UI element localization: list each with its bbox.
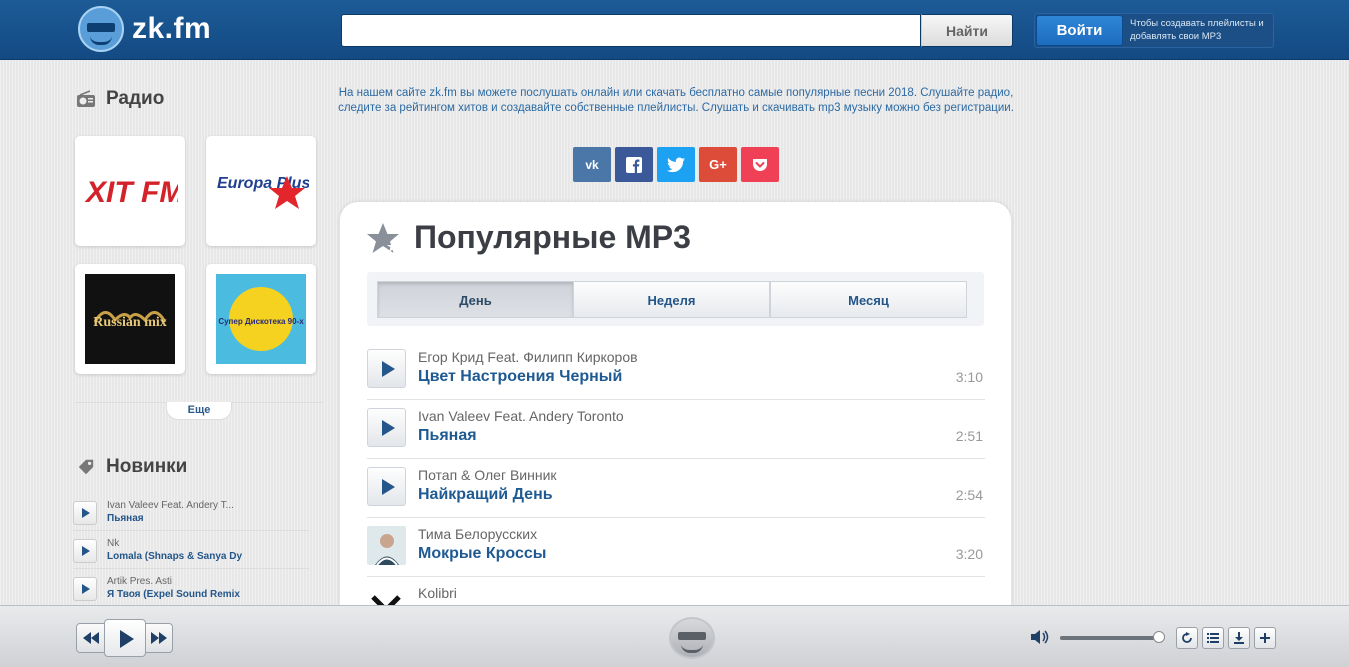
tag-icon [78,459,94,475]
track-row: Егор Крид Feat. Филипп Киркоров Цвет Нас… [367,341,985,400]
track-row: Ivan Valeev Feat. Andery Toronto Пьяная … [367,400,985,459]
repeat-icon [1182,632,1192,643]
track-cover-thumbnail[interactable] [367,526,406,565]
share-google-plus-button[interactable]: G+ [699,147,737,182]
track-duration: 3:10 [955,369,983,385]
logo-mascot-icon [78,6,124,52]
site-description: На нашем сайте zk.fm вы можете послушать… [338,87,1014,114]
logo-text: zk.fm [132,12,212,45]
more-radio-button[interactable]: Еще [166,402,232,420]
new-item[interactable]: Artik Pres. Asti Я Твоя (Expel Sound Rem… [73,569,309,607]
volume-icon[interactable] [1030,629,1050,645]
popular-mp3-panel: Популярные MP3 День Неделя Месяц Егор Кр… [340,202,1011,605]
new-item[interactable]: Nk Lomala (Shnaps & Sanya Dy [73,531,309,569]
search-button[interactable]: Найти [921,14,1013,47]
radio-station-europaplus[interactable]: Europa Plus [206,136,316,246]
new-item[interactable]: Ivan Valeev Feat. Andery T... Пьяная [73,493,309,531]
radio-station-superdiscoteka[interactable]: Супер Дискотека 90-х [206,264,316,374]
radio-section-title: Радио [76,88,164,110]
google-plus-icon: G+ [709,157,727,172]
volume-level [1060,636,1155,640]
player-logo-icon [669,617,715,659]
new-item-title[interactable]: Lomala (Shnaps & Sanya Dy [107,551,307,562]
new-item-artist: Nk [107,538,120,549]
play-pause-button[interactable] [104,619,146,657]
track-artist[interactable]: Егор Крид Feat. Филипп Киркоров [418,349,638,365]
play-icon[interactable] [73,539,97,563]
download-icon [1234,632,1244,644]
download-button[interactable] [1228,627,1250,649]
track-duration: 3:20 [955,546,983,562]
twitter-icon [667,157,685,172]
play-button[interactable] [367,408,406,447]
tab-month[interactable]: Месяц [770,281,967,318]
radio-icon [77,90,95,107]
share-vk-button[interactable]: vk [573,147,611,182]
track-artist[interactable]: Тима Белорусских [418,526,537,542]
superdiscoteka-logo: Супер Дискотека 90-х [216,274,306,364]
vk-icon: vk [585,157,599,172]
xitfm-logo: XIT FM [84,176,178,209]
pocket-icon [753,158,767,171]
new-item-title[interactable]: Я Твоя (Expel Sound Remix [107,589,307,600]
share-pocket-button[interactable] [741,147,779,182]
previous-track-icon[interactable] [82,631,100,645]
track-title[interactable]: Найкращий День [418,486,553,504]
share-facebook-button[interactable] [615,147,653,182]
star-icon [367,223,399,253]
track-title[interactable]: Мокрые Кроссы [418,545,546,563]
share-twitter-button[interactable] [657,147,695,182]
new-title: Новинки [106,456,188,477]
europaplus-logo: Europa Plus [217,175,309,209]
new-item-title[interactable]: Пьяная [107,513,307,524]
track-duration: 2:54 [955,487,983,503]
radio-station-xitfm[interactable]: XIT FM [75,136,185,246]
tab-day[interactable]: День [377,281,574,318]
track-row: Тима Белорусских Мокрые Кроссы 3:20 [367,518,985,577]
volume-slider[interactable] [1060,636,1160,640]
track-title[interactable]: Пьяная [418,427,477,445]
new-item-artist: Ivan Valeev Feat. Andery T... [107,500,234,511]
track-title[interactable]: Цвет Настроения Черный [418,368,622,386]
play-button[interactable] [367,349,406,388]
site-logo[interactable]: zk.fm [78,6,211,52]
facebook-icon [626,156,642,173]
playlist-button[interactable] [1202,627,1224,649]
new-section-title: Новинки [76,456,187,478]
add-to-playlist-button[interactable] [1254,627,1276,649]
panel-title: Популярные MP3 [414,219,691,255]
search-input[interactable] [341,14,921,47]
superdiscoteka-logo-text: Супер Дискотека 90-х [218,317,304,326]
audio-player-bar [0,605,1349,667]
playlist-icon [1207,633,1219,643]
track-cover-thumbnail[interactable] [367,585,406,605]
play-button[interactable] [367,467,406,506]
period-tabs: День Неделя Месяц [367,272,984,326]
radio-station-russianmix[interactable]: Russian mix [75,264,185,374]
play-icon[interactable] [73,501,97,525]
tab-week[interactable]: Неделя [573,281,770,318]
radio-title: Радио [106,88,165,109]
next-track-icon[interactable] [150,631,168,645]
track-artist[interactable]: Потап & Олег Винник [418,467,557,483]
track-duration: 2:51 [955,428,983,444]
login-button[interactable]: Войти [1036,15,1123,46]
track-row: Kolibri [367,577,985,605]
repeat-button[interactable] [1176,627,1198,649]
new-item-artist: Artik Pres. Asti [107,576,173,587]
track-artist[interactable]: Ivan Valeev Feat. Andery Toronto [418,408,624,424]
xitfm-logo-text: XIT FM [84,176,178,209]
russianmix-logo-text: Russian mix [93,315,167,330]
volume-slider-handle[interactable] [1153,631,1165,643]
login-hint: Чтобы создавать плейлисты и добавлять св… [1130,18,1264,42]
russianmix-logo: Russian mix [85,274,175,364]
track-row: Потап & Олег Винник Найкращий День 2:54 [367,459,985,518]
track-artist[interactable]: Kolibri [418,585,457,601]
top-header: zk.fm Найти Войти Чтобы создавать плейли… [0,0,1349,60]
play-icon[interactable] [73,577,97,601]
plus-icon [1260,633,1270,643]
